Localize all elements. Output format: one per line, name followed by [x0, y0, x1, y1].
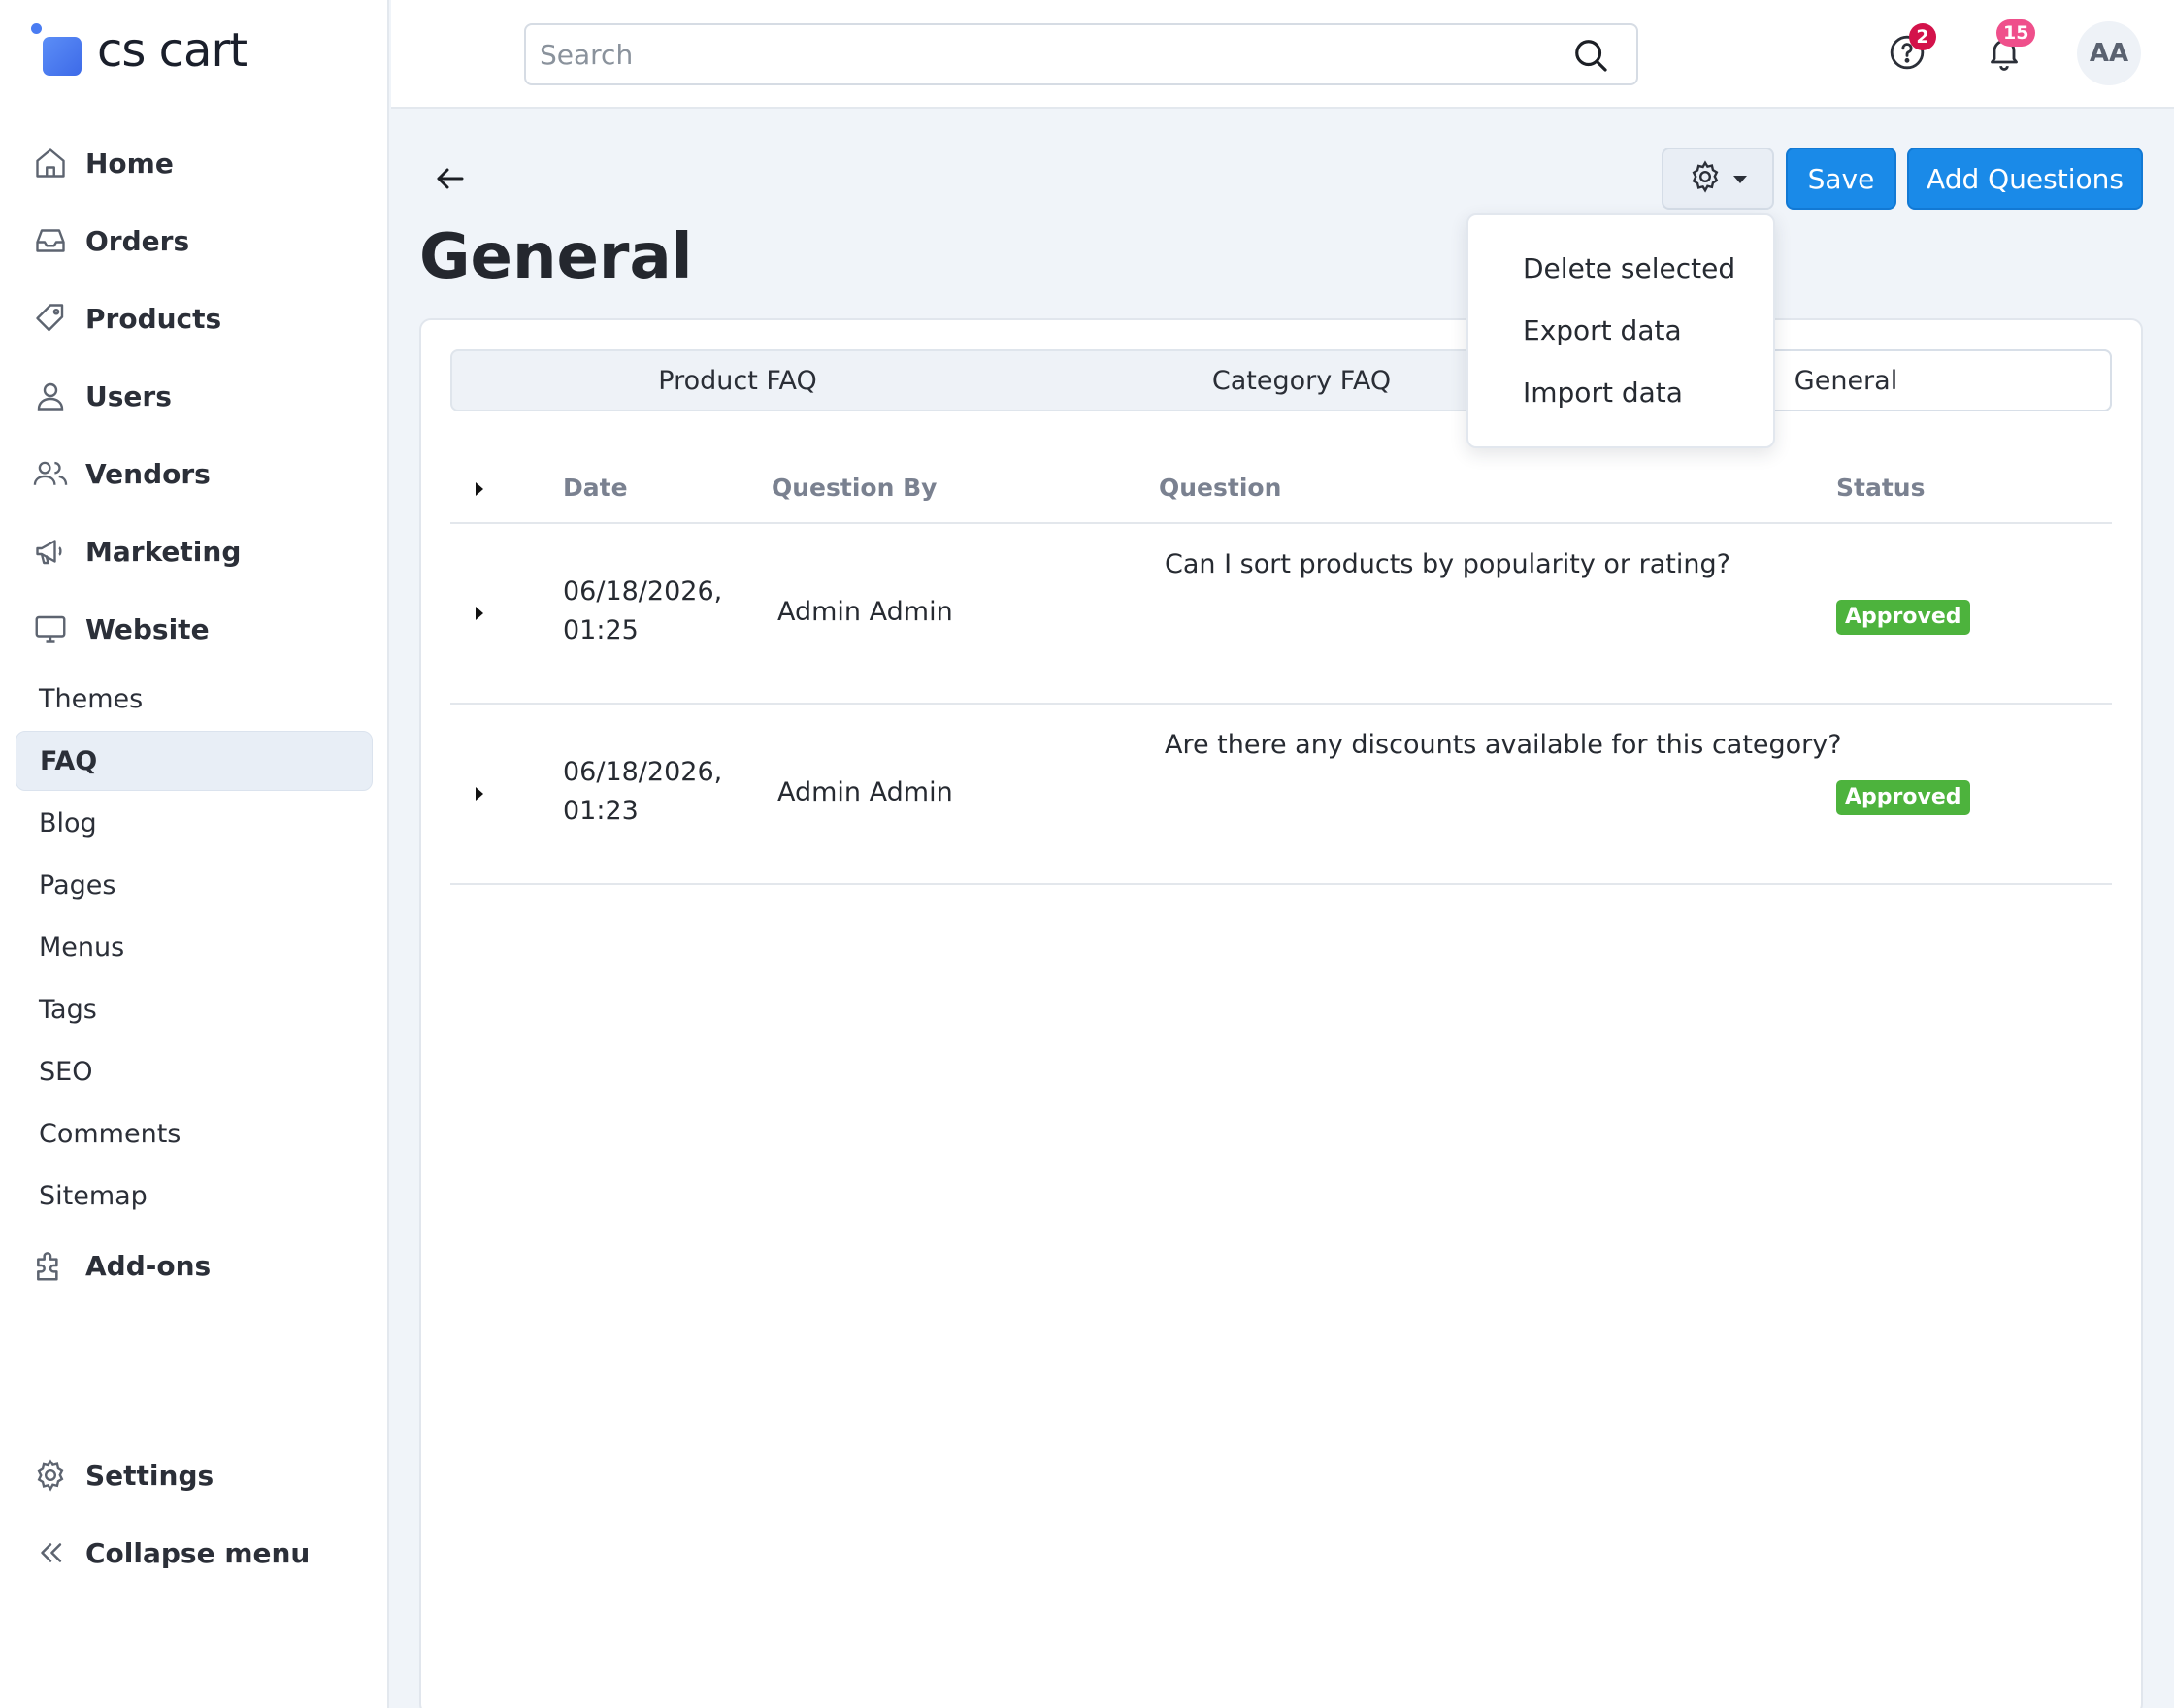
- sidebar-item-label: Add-ons: [85, 1249, 212, 1282]
- sidebar-subitem-menus[interactable]: Menus: [16, 917, 373, 977]
- add-questions-button[interactable]: Add Questions: [1907, 148, 2143, 210]
- date-line: 06/18/2026,: [563, 757, 723, 787]
- sidebar-subitem-sitemap[interactable]: Sitemap: [16, 1166, 373, 1226]
- gear-icon: [1688, 159, 1723, 198]
- top-bar: 2 15 AA: [391, 0, 2174, 109]
- save-button[interactable]: Save: [1786, 148, 1896, 210]
- settings-dropdown-button[interactable]: [1662, 148, 1774, 210]
- users-icon: [31, 454, 70, 493]
- column-header-status[interactable]: Status: [1836, 474, 1925, 502]
- question-by-cell: Admin Admin: [777, 597, 953, 627]
- date-cell: 06/18/2026, 01:25: [563, 573, 722, 650]
- logo[interactable]: cs cart: [31, 21, 247, 80]
- settings-dropdown-menu: Delete selected Export data Import data: [1466, 214, 1775, 448]
- expand-all-icon[interactable]: [466, 476, 493, 503]
- sidebar-item-label: Vendors: [85, 457, 211, 490]
- date-line: 06/18/2026,: [563, 576, 723, 607]
- menu-item-import-data[interactable]: Import data: [1523, 377, 1683, 409]
- home-icon: [31, 144, 70, 182]
- sidebar-subitem-pages[interactable]: Pages: [16, 855, 373, 915]
- sidebar-item-products[interactable]: Products: [16, 287, 373, 349]
- question-by-cell: Admin Admin: [777, 777, 953, 807]
- table-row[interactable]: 06/18/2026, 01:25 Admin Admin Can I sort…: [450, 524, 2112, 705]
- sidebar-subitem-blog[interactable]: Blog: [16, 793, 373, 853]
- search-box: [524, 23, 1638, 85]
- question-cell: Can I sort products by popularity or rat…: [1165, 549, 1730, 579]
- column-header-question-by[interactable]: Question By: [772, 474, 937, 502]
- sidebar-item-website[interactable]: Website: [16, 598, 373, 660]
- sidebar-item-home[interactable]: Home: [16, 132, 373, 194]
- sidebar-subitem-comments[interactable]: Comments: [16, 1103, 373, 1164]
- sidebar: cs cart Home Orders Products Users Vendo…: [0, 0, 389, 1708]
- sidebar-item-addons[interactable]: Add-ons: [16, 1234, 373, 1297]
- menu-item-delete-selected[interactable]: Delete selected: [1523, 252, 1735, 284]
- date-cell: 06/18/2026, 01:23: [563, 753, 722, 831]
- help-button[interactable]: 2: [1878, 23, 1936, 83]
- sidebar-item-label: Home: [85, 147, 174, 180]
- sidebar-item-label: Website: [85, 612, 210, 645]
- user-icon: [31, 377, 70, 415]
- collapse-menu-label: Collapse menu: [85, 1536, 311, 1569]
- tab-bar: Product FAQ Category FAQ General: [450, 349, 2112, 411]
- brand-name: cs cart: [97, 23, 247, 78]
- notifications-badge: 15: [1996, 19, 2036, 47]
- help-badge: 2: [1909, 23, 1936, 50]
- time-line: 01:23: [563, 796, 639, 826]
- gear-icon: [31, 1456, 70, 1494]
- menu-item-export-data[interactable]: Export data: [1523, 314, 1682, 346]
- sidebar-item-settings[interactable]: Settings: [16, 1444, 373, 1506]
- sidebar-subitem-themes[interactable]: Themes: [16, 669, 373, 729]
- arrow-left-icon: [433, 161, 468, 200]
- megaphone-icon: [31, 532, 70, 571]
- sidebar-item-label: Settings: [85, 1459, 214, 1492]
- back-button[interactable]: [429, 159, 472, 202]
- sidebar-item-label: Orders: [85, 224, 190, 257]
- sidebar-subitem-seo[interactable]: SEO: [16, 1041, 373, 1101]
- sidebar-item-users[interactable]: Users: [16, 365, 373, 427]
- sidebar-item-orders[interactable]: Orders: [16, 210, 373, 272]
- question-cell: Are there any discounts available for th…: [1165, 730, 1842, 760]
- puzzle-icon: [31, 1246, 70, 1285]
- sidebar-item-marketing[interactable]: Marketing: [16, 520, 373, 582]
- column-header-question[interactable]: Question: [1159, 474, 1281, 502]
- sidebar-item-label: Users: [85, 379, 172, 412]
- expand-row-icon[interactable]: [466, 780, 493, 807]
- inbox-icon: [31, 221, 70, 260]
- search-icon[interactable]: [1572, 37, 1609, 74]
- caret-down-icon: [1732, 170, 1748, 188]
- double-chevron-left-icon: [31, 1533, 70, 1572]
- status-badge: Approved: [1836, 600, 1970, 635]
- search-input[interactable]: [540, 25, 1568, 83]
- sidebar-item-label: Products: [85, 302, 222, 335]
- tag-icon: [31, 299, 70, 338]
- table-row[interactable]: 06/18/2026, 01:23 Admin Admin Are there …: [450, 705, 2112, 885]
- sidebar-subitem-faq[interactable]: FAQ: [16, 731, 373, 791]
- collapse-menu-button[interactable]: Collapse menu: [16, 1522, 373, 1584]
- table-header: Date Question By Question Status: [450, 456, 2112, 524]
- status-badge: Approved: [1836, 780, 1970, 815]
- sidebar-item-vendors[interactable]: Vendors: [16, 443, 373, 505]
- tab-product-faq[interactable]: Product FAQ: [452, 351, 1023, 410]
- sidebar-item-label: Marketing: [85, 535, 242, 568]
- avatar[interactable]: AA: [2077, 21, 2141, 85]
- time-line: 01:25: [563, 615, 639, 645]
- expand-row-icon[interactable]: [466, 600, 493, 627]
- notifications-button[interactable]: 15: [1975, 19, 2036, 83]
- page-title: General: [419, 221, 693, 293]
- sidebar-subitem-tags[interactable]: Tags: [16, 979, 373, 1039]
- column-header-date[interactable]: Date: [563, 474, 628, 502]
- monitor-icon: [31, 609, 70, 648]
- logo-mark-icon: [31, 23, 85, 78]
